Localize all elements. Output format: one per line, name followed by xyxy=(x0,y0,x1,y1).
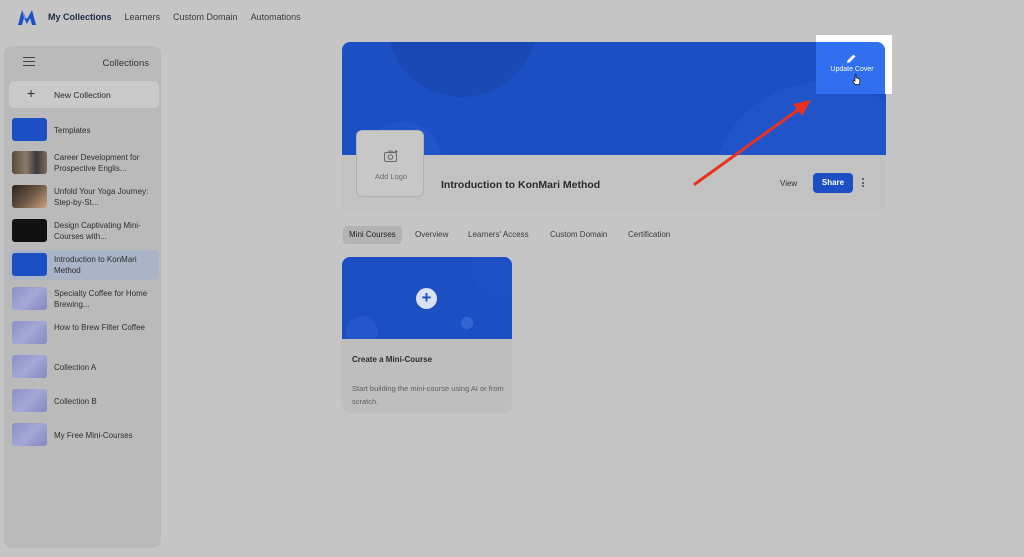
pencil-icon xyxy=(847,54,856,63)
sidebar-item-label: Career Development for Prospective Engli… xyxy=(54,153,140,173)
mini-course-cover: + xyxy=(342,257,512,339)
collection-thumbnail xyxy=(12,389,47,412)
sidebar-item-brew-filter-coffee[interactable]: How to Brew Filter Coffee xyxy=(9,318,159,348)
collection-thumbnail xyxy=(12,321,47,344)
sidebar-item-career-development[interactable]: Career Development for Prospective Engli… xyxy=(9,148,159,178)
sidebar-item-label: Collection A xyxy=(54,363,97,372)
sidebar-item-label: How to Brew Filter Coffee xyxy=(54,323,145,332)
sidebar-item-free-mini-courses[interactable]: My Free Mini-Courses xyxy=(9,420,159,450)
sidebar-header: Collections xyxy=(4,46,161,78)
sidebar-item-label: Templates xyxy=(54,126,91,135)
update-cover-label: Update Cover xyxy=(830,66,874,73)
nav-custom-domain[interactable]: Custom Domain xyxy=(173,12,238,22)
collection-thumbnail xyxy=(12,423,47,446)
sidebar-item-collection-b[interactable]: Collection B xyxy=(9,386,159,416)
sidebar-item-label: Design Captivating Mini-Courses with... xyxy=(54,221,141,241)
brand-logo-icon[interactable] xyxy=(16,7,38,29)
tab-overview[interactable]: Overview xyxy=(409,226,454,244)
sidebar-item-specialty-coffee[interactable]: Specialty Coffee for Home Brewing... xyxy=(9,284,159,314)
nav-automations[interactable]: Automations xyxy=(251,12,301,22)
top-nav: My Collections Learners Custom Domain Au… xyxy=(0,0,1024,36)
tab-certification[interactable]: Certification xyxy=(622,226,676,244)
sidebar-item-yoga-journey[interactable]: Unfold Your Yoga Journey: Step-by-St... xyxy=(9,182,159,212)
sidebar-item-design-captivating[interactable]: Design Captivating Mini-Courses with... xyxy=(9,216,159,246)
sidebar-item-label: Introduction to KonMari Method xyxy=(54,255,137,275)
sidebar-item-templates[interactable]: Templates xyxy=(9,115,159,145)
collection-thumbnail xyxy=(12,253,47,276)
collection-thumbnail xyxy=(12,185,47,208)
annotation-arrow xyxy=(693,100,811,186)
collection-thumbnail xyxy=(12,151,47,174)
sidebar-item-label: Collection B xyxy=(54,397,97,406)
create-mini-course-card[interactable]: + Create a Mini-Course Start building th… xyxy=(342,257,512,413)
nav-learners[interactable]: Learners xyxy=(125,12,161,22)
tab-learners-access[interactable]: Learners' Access xyxy=(462,226,535,244)
update-cover-button[interactable]: Update Cover xyxy=(816,42,885,94)
more-options-icon[interactable] xyxy=(862,178,866,188)
add-logo-button[interactable]: Add Logo xyxy=(356,130,424,197)
collection-thumbnail xyxy=(12,355,47,378)
sidebar-title: Collections xyxy=(102,58,149,69)
camera-plus-icon xyxy=(384,150,398,162)
tab-mini-courses[interactable]: Mini Courses xyxy=(343,226,402,244)
sidebar-item-label: Unfold Your Yoga Journey: Step-by-St... xyxy=(54,187,149,207)
hamburger-menu-icon[interactable] xyxy=(23,57,35,66)
new-collection-button[interactable]: + New Collection xyxy=(9,81,159,108)
collection-thumbnail xyxy=(12,219,47,242)
collection-thumbnail xyxy=(12,287,47,310)
collection-title: Introduction to KonMari Method xyxy=(441,179,601,191)
sidebar-item-label: My Free Mini-Courses xyxy=(54,431,133,440)
plus-icon: + xyxy=(27,85,36,101)
nav-my-collections[interactable]: My Collections xyxy=(48,12,112,22)
mini-course-description: Start building the mini-course using AI … xyxy=(352,384,504,406)
tab-custom-domain[interactable]: Custom Domain xyxy=(544,226,613,244)
new-collection-label: New Collection xyxy=(54,90,111,100)
add-mini-course-icon[interactable]: + xyxy=(416,288,437,309)
sidebar-item-label: Specialty Coffee for Home Brewing... xyxy=(54,289,148,309)
hand-cursor-icon xyxy=(852,74,861,85)
mini-course-title: Create a Mini-Course xyxy=(352,355,433,364)
collection-thumbnail xyxy=(12,118,47,141)
add-logo-label: Add Logo xyxy=(374,172,408,181)
sidebar-item-collection-a[interactable]: Collection A xyxy=(9,352,159,382)
sidebar-item-konmari[interactable]: Introduction to KonMari Method xyxy=(9,250,159,280)
collections-sidebar: Collections + New Collection Templates C… xyxy=(4,46,161,548)
